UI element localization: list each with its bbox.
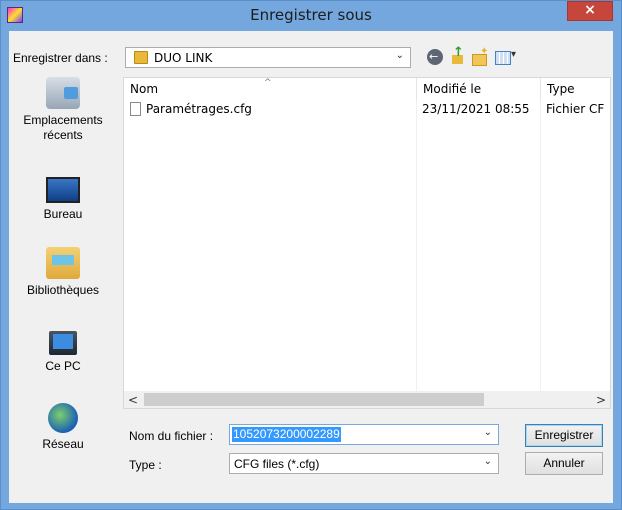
horizontal-scrollbar[interactable]: < > — [123, 391, 611, 409]
title-bar[interactable]: Enregistrer sous × — [1, 1, 621, 31]
place-label: Réseau — [42, 437, 84, 451]
filename-input[interactable]: 1052073200002289 ⌄ — [229, 424, 499, 445]
chevron-down-icon: ⌄ — [395, 50, 404, 61]
file-name-cell: Paramétrages.cfg — [130, 100, 416, 118]
column-name-label: Nom — [130, 82, 159, 96]
file-icon — [130, 102, 141, 116]
window-title: Enregistrer sous — [250, 6, 372, 24]
filetype-value: CFG files (*.cfg) — [234, 457, 320, 471]
scroll-right-icon[interactable]: > — [596, 391, 606, 409]
save-as-dialog: Enregistrer sous × Enregistrer dans : DU… — [0, 0, 622, 510]
save-in-dropdown[interactable]: DUO LINK ⌄ — [125, 47, 411, 68]
sort-ascending-icon: ^ — [264, 78, 272, 88]
scroll-thumb[interactable] — [144, 393, 484, 406]
save-in-label: Enregistrer dans : — [13, 51, 108, 65]
file-name: Paramétrages.cfg — [146, 102, 252, 116]
up-folder-icon[interactable] — [449, 45, 465, 65]
cancel-button[interactable]: Annuler — [525, 452, 603, 475]
file-type: Fichier CF — [546, 102, 605, 116]
place-label: Bureau — [43, 207, 83, 221]
place-libraries[interactable]: Bibliothèques — [13, 247, 113, 298]
place-this-pc[interactable]: Ce PC — [13, 325, 113, 374]
file-list[interactable]: Nom ^ Modifié le Type Paramétrages.cfg 2… — [123, 77, 611, 409]
place-recent[interactable]: Emplacements récents — [13, 77, 113, 143]
places-bar: Emplacements récents Bureau Bibliothèque… — [13, 77, 113, 497]
new-folder-icon[interactable] — [471, 46, 488, 66]
file-modified: 23/11/2021 08:55 — [422, 102, 530, 116]
this-pc-icon — [49, 331, 77, 355]
column-divider — [416, 100, 417, 400]
column-header-modified[interactable]: Modifié le — [416, 78, 540, 100]
filename-label: Nom du fichier : — [129, 429, 214, 443]
place-network[interactable]: Réseau — [13, 403, 113, 452]
chevron-down-icon: ⌄ — [483, 456, 492, 467]
back-icon[interactable] — [427, 49, 443, 65]
chevron-down-icon[interactable]: ⌄ — [484, 427, 492, 438]
file-row[interactable]: Paramétrages.cfg 23/11/2021 08:55 Fichie… — [124, 100, 612, 118]
save-in-value: DUO LINK — [154, 51, 213, 65]
dialog-body: Enregistrer dans : DUO LINK ⌄ Emplacemen… — [9, 31, 613, 503]
filetype-dropdown[interactable]: CFG files (*.cfg) ⌄ — [229, 453, 499, 474]
scroll-left-icon[interactable]: < — [128, 391, 138, 409]
place-desktop[interactable]: Bureau — [13, 173, 113, 222]
view-menu-icon[interactable] — [495, 49, 521, 65]
filetype-label: Type : — [129, 458, 162, 472]
close-button[interactable]: × — [567, 1, 613, 21]
place-label: Bibliothèques — [26, 283, 100, 297]
column-divider — [540, 100, 541, 400]
place-label: Emplacements récents — [23, 113, 103, 142]
libraries-icon — [46, 247, 80, 279]
column-header-type[interactable]: Type — [540, 78, 612, 100]
save-button[interactable]: Enregistrer — [525, 424, 603, 447]
filename-value: 1052073200002289 — [232, 427, 341, 442]
network-icon — [48, 403, 78, 433]
recent-places-icon — [46, 77, 80, 109]
column-header-name[interactable]: Nom ^ — [124, 78, 416, 100]
desktop-icon — [46, 177, 80, 203]
place-label: Ce PC — [45, 359, 81, 373]
folder-icon — [134, 51, 148, 64]
